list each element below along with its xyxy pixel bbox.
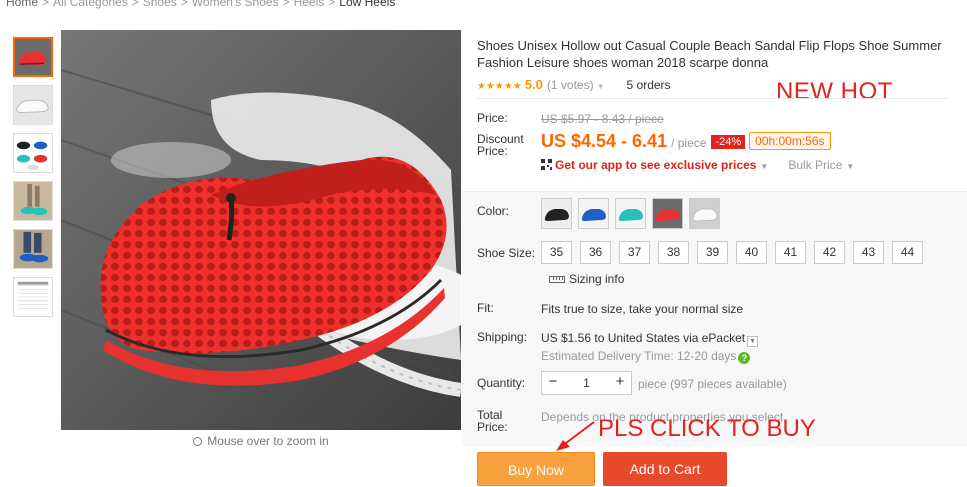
shipping-label: Shipping: (477, 330, 528, 344)
color-swatches (541, 198, 726, 229)
chevron-down-icon[interactable]: ▼ (760, 162, 768, 171)
delivery-time: Estimated Delivery Time: 12-20 days (541, 349, 737, 363)
price-unit: / piece (671, 136, 707, 150)
size-option-44[interactable]: 44 (892, 241, 923, 264)
main-product-image[interactable] (61, 30, 461, 430)
breadcrumb-low-heels[interactable]: Low Heels (339, 0, 395, 9)
size-option-36[interactable]: 36 (580, 241, 611, 264)
thumbnail-color-set[interactable] (13, 133, 53, 173)
new-hot-annotation: NEW HOT (776, 78, 893, 105)
magnifier-icon (193, 437, 203, 446)
shipping-row: US $1.56 to United States via ePacket ▼ (541, 331, 759, 347)
breadcrumb-separator: > (328, 0, 336, 9)
app-exclusive-prices-link[interactable]: Get our app to see exclusive prices (555, 158, 756, 172)
size-option-38[interactable]: 38 (658, 241, 689, 264)
help-icon[interactable]: ? (738, 352, 751, 364)
options-panel (462, 191, 967, 446)
rating-row: ★★★★★ 5.0 (1 votes) ▼ 5 orders (477, 77, 671, 93)
shoe-size-label: Shoe Size: (477, 246, 536, 260)
color-swatch-aqua[interactable] (615, 198, 646, 229)
chevron-down-icon[interactable]: ▼ (747, 336, 759, 347)
discount-badge: -24% (711, 135, 746, 149)
shipping-value: US $1.56 to United States via ePacket (541, 331, 746, 345)
price-label: Price: (477, 111, 508, 125)
size-option-35[interactable]: 35 (541, 241, 572, 264)
breadcrumb-separator: > (282, 0, 290, 9)
fit-value: Fits true to size, take your normal size (541, 302, 744, 316)
star-rating-icon: ★★★★★ (477, 81, 522, 92)
total-price-label: Total Price: (477, 409, 508, 433)
orders-count: 5 orders (626, 78, 671, 92)
breadcrumb: Home > All Categories > Shoes > Women's Shoes >… (6, 0, 395, 9)
divider (477, 98, 949, 99)
quantity-stepper: − 1 + (541, 371, 632, 395)
product-title: Shoes Unisex Hollow out Casual Couple Be… (477, 38, 942, 70)
color-swatch-black[interactable] (541, 198, 572, 229)
breadcrumb-home[interactable]: Home (6, 0, 38, 9)
breadcrumb-shoes[interactable]: Shoes (143, 0, 177, 9)
breadcrumb-womens-shoes[interactable]: Women's Shoes (192, 0, 279, 9)
quantity-input[interactable]: 1 (564, 372, 609, 394)
delivery-row: Estimated Delivery Time: 12-20 days? (541, 349, 751, 364)
color-swatch-blue[interactable] (578, 198, 609, 229)
total-label-line2: Price: (477, 420, 508, 434)
size-option-37[interactable]: 37 (619, 241, 650, 264)
discount-price-label: Discount Price: (477, 133, 524, 157)
thumbnail-worn-blue-shoe[interactable] (13, 229, 53, 269)
size-option-40[interactable]: 40 (736, 241, 767, 264)
click-to-buy-annotation: PLS CLICK TO BUY (598, 415, 816, 442)
thumbnail-size-chart[interactable] (13, 277, 53, 317)
size-option-42[interactable]: 42 (814, 241, 845, 264)
chevron-down-icon[interactable]: ▼ (846, 162, 854, 171)
thumbnail-red-shoe[interactable] (13, 37, 53, 77)
color-label: Color: (477, 204, 510, 218)
color-swatch-red[interactable] (652, 198, 683, 229)
buy-now-button[interactable]: Buy Now (477, 452, 595, 486)
discount-price-value: US $4.54 - 6.41 (541, 131, 668, 151)
size-option-39[interactable]: 39 (697, 241, 728, 264)
zoom-hint-text: Mouse over to zoom in (207, 434, 329, 448)
sizing-info-link[interactable]: Sizing info (549, 272, 624, 286)
product-info: Shoes Unisex Hollow out Casual Couple Be… (462, 30, 967, 487)
countdown-timer: 00h:00m:56s (749, 132, 831, 150)
app-price-row: Get our app to see exclusive prices ▼ Bulk… (541, 158, 854, 172)
breadcrumb-heels[interactable]: Heels (294, 0, 325, 9)
rating-value: 5.0 (524, 77, 543, 92)
discount-price-row: US $4.54 - 6.41/ piece -24% 00h:00m:56s (541, 131, 831, 152)
quantity-label: Quantity: (477, 376, 526, 390)
availability-text: piece (997 pieces available) (638, 377, 787, 391)
thumbnail-list (13, 37, 53, 325)
chevron-down-icon[interactable]: ▼ (597, 82, 605, 91)
bulk-price-link[interactable]: Bulk Price (788, 158, 842, 172)
color-swatch-white[interactable] (689, 198, 720, 229)
original-price: US $5.97 - 8.43 / piece (541, 112, 664, 126)
thumbnail-worn-shoe[interactable] (13, 181, 53, 221)
arrow-annotation-icon (556, 421, 595, 451)
thumbnail-white-shoe[interactable] (13, 85, 53, 125)
size-option-41[interactable]: 41 (775, 241, 806, 264)
sizing-info-text: Sizing info (569, 272, 625, 286)
votes-link[interactable]: (1 votes) (547, 78, 594, 92)
fit-label: Fit: (477, 301, 494, 315)
breadcrumb-separator: > (42, 0, 50, 9)
breadcrumb-separator: > (131, 0, 139, 9)
add-to-cart-button[interactable]: Add to Cart (603, 452, 727, 486)
quantity-increase-button[interactable]: + (609, 372, 631, 394)
original-price-value: US $5.97 - 8.43 / piece (541, 112, 664, 126)
quantity-decrease-button[interactable]: − (542, 372, 564, 394)
discount-label-line2: Price: (477, 144, 508, 158)
ruler-icon (549, 276, 565, 283)
size-option-43[interactable]: 43 (853, 241, 884, 264)
size-options: 35 36 37 38 39 40 41 42 43 44 (541, 241, 931, 264)
breadcrumb-all-categories[interactable]: All Categories (53, 0, 128, 9)
qr-code-icon (541, 159, 552, 170)
breadcrumb-separator: > (180, 0, 188, 9)
zoom-hint: Mouse over to zoom in (61, 434, 461, 448)
